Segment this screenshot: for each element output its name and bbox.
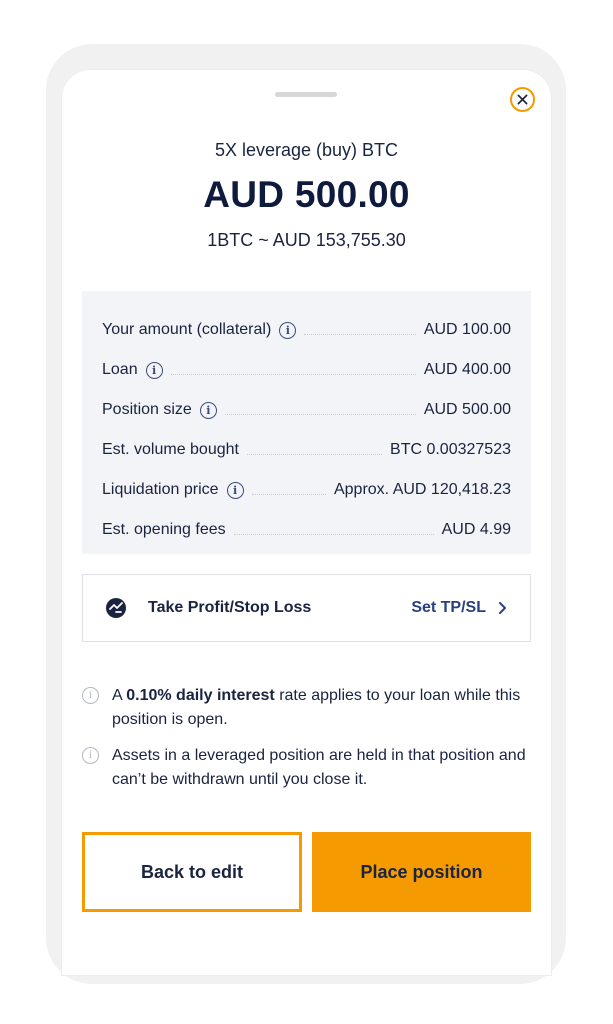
close-button[interactable] [510,87,535,112]
info-icon[interactable]: i [145,361,163,379]
summary-row-fees: Est. opening fees AUD 4.99 [102,510,511,550]
summary-row-liquidation: Liquidation price i Approx. AUD 120,418.… [102,470,511,510]
info-icon[interactable]: i [226,481,244,499]
info-icon[interactable]: i [279,321,297,339]
chevron-right-icon [499,602,506,614]
interest-rate-highlight: 0.10% daily interest [126,687,275,704]
summary-row-loan: Loan i AUD 400.00 [102,350,511,390]
order-summary: Your amount (collateral) i AUD 100.00 Lo… [82,291,531,554]
leader-dots [246,453,383,455]
info-outline-icon: i [82,747,99,764]
close-icon [517,94,528,105]
tpsl-label: Take Profit/Stop Loss [148,599,312,616]
bottom-sheet: 5X leverage (buy) BTC AUD 500.00 1BTC ~ … [62,70,551,975]
row-value: AUD 4.99 [441,521,511,538]
leader-dots [170,373,416,375]
order-subtitle: 5X leverage (buy) BTC [214,140,399,160]
back-to-edit-button[interactable]: Back to edit [82,832,302,912]
row-label: Liquidation price [102,481,219,498]
tpsl-icon [106,598,126,618]
row-value: AUD 100.00 [423,321,511,338]
set-tpsl-label: Set TP/SL [411,599,486,616]
order-amount: AUD 500.00 [203,174,410,215]
row-label: Position size [102,401,192,418]
summary-row-collateral: Your amount (collateral) i AUD 100.00 [102,310,511,350]
row-value: Approx. AUD 120,418.23 [333,481,511,498]
leader-dots [233,533,434,535]
summary-row-position-size: Position size i AUD 500.00 [102,390,511,430]
row-label: Loan [102,361,138,378]
sheet-grabber[interactable] [275,92,337,97]
info-icon[interactable]: i [199,401,217,419]
place-position-button[interactable]: Place position [312,832,531,912]
row-label: Your amount (collateral) [102,321,272,338]
leader-dots [251,493,326,495]
interest-note: i A 0.10% daily interest rate applies to… [82,684,531,732]
row-value: AUD 500.00 [423,401,511,418]
take-profit-stop-loss-row[interactable]: Take Profit/Stop Loss Set TP/SL [82,574,531,642]
summary-row-volume: Est. volume bought BTC 0.00327523 [102,430,511,470]
set-tpsl-link[interactable]: Set TP/SL [411,599,508,617]
leader-dots [224,413,416,415]
assets-held-note: i Assets in a leveraged position are hel… [82,744,531,792]
row-label: Est. opening fees [102,521,226,538]
row-value: AUD 400.00 [423,361,511,378]
leader-dots [304,333,416,335]
row-value: BTC 0.00327523 [390,441,511,458]
row-label: Est. volume bought [102,441,239,458]
info-outline-icon: i [82,687,99,704]
exchange-rate: 1BTC ~ AUD 153,755.30 [207,230,406,250]
